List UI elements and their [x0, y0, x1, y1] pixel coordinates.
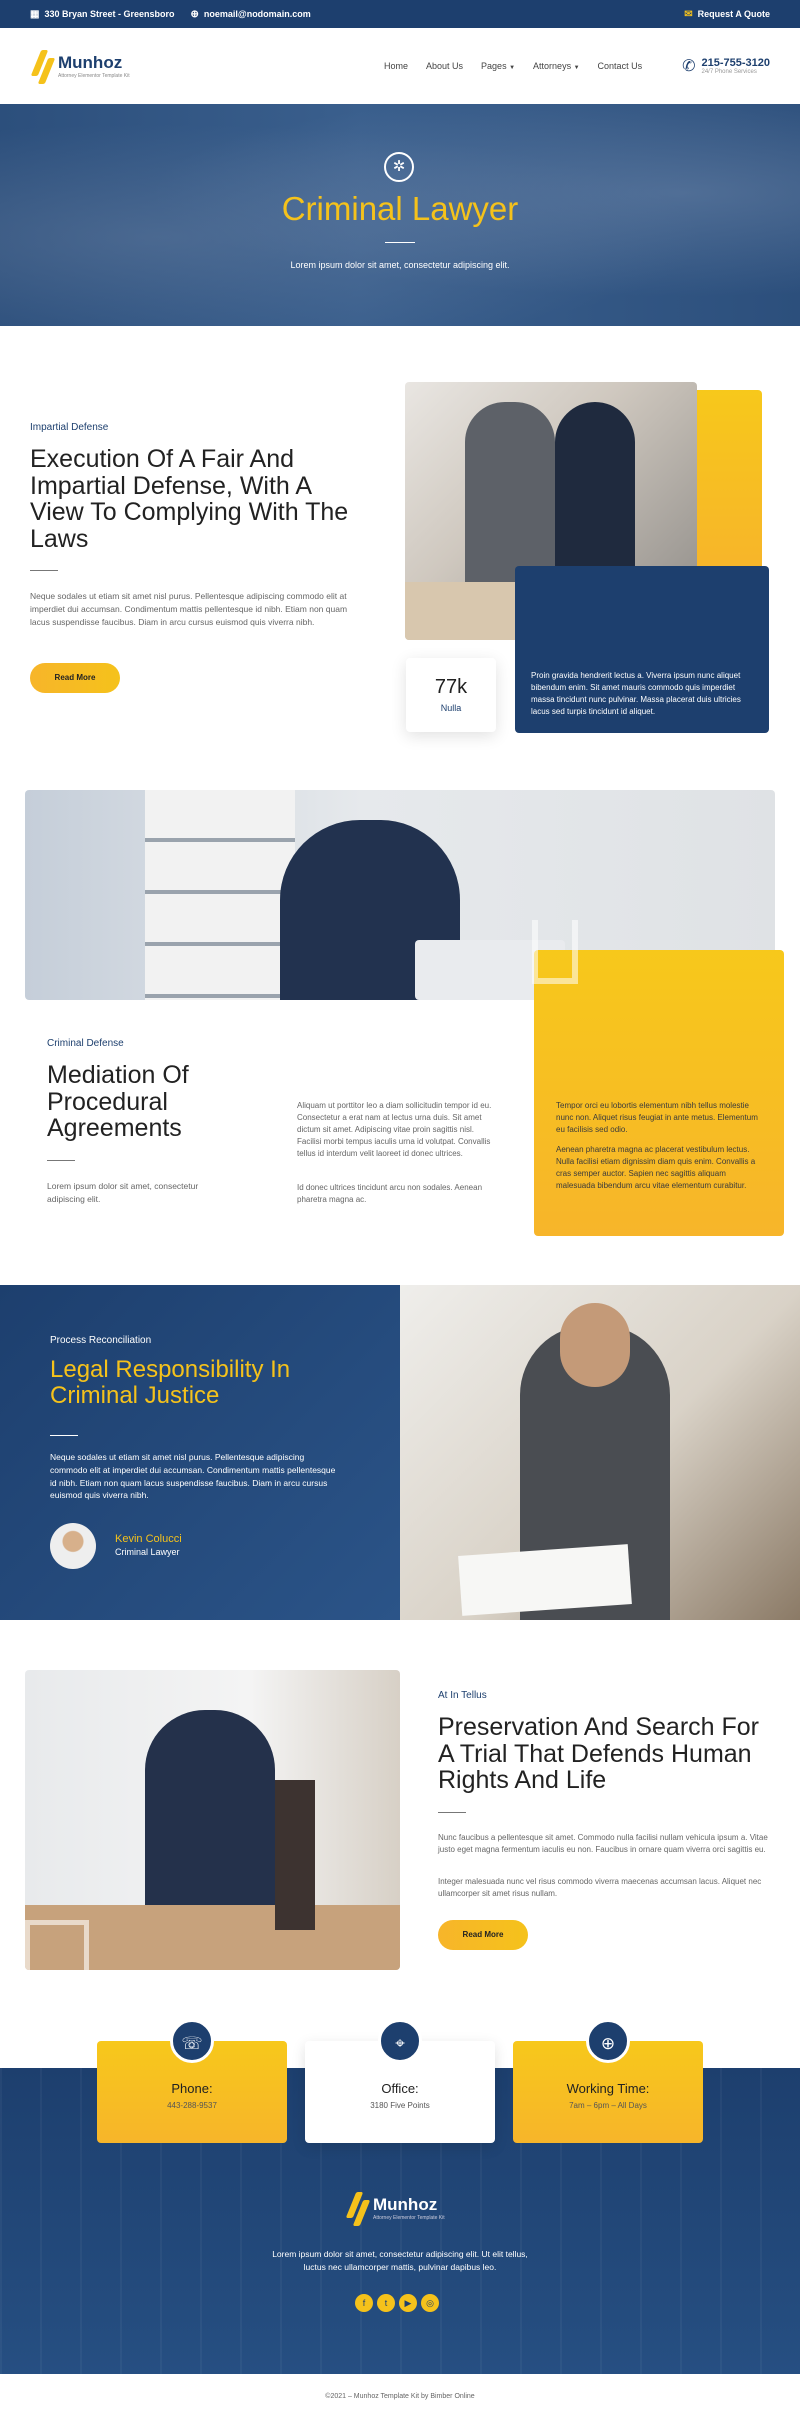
sec2-yellow-text-1: Tempor orci eu lobortis elementum nibh t…: [556, 1101, 758, 1134]
globe-icon: ⊕: [586, 2019, 630, 2063]
contact-card-phone: ☏ Phone: 443-288-9537: [97, 2019, 287, 2143]
card-subtitle: 7am – 6pm – All Days: [569, 2101, 647, 2110]
logo-tagline: Attorney Elementor Template Kit: [58, 72, 130, 79]
footer-logo-name: Munhoz: [373, 2194, 438, 2214]
nav-contact-us[interactable]: Contact Us: [598, 61, 643, 71]
sec2-frame-accent: [532, 920, 578, 984]
sec2-mid-text-2: Id donec ultrices tincidunt arcu non sod…: [297, 1183, 483, 1204]
email-text[interactable]: noemail@nodomain.com: [204, 9, 311, 19]
nav-attorneys-label[interactable]: Attorneys: [533, 61, 571, 71]
nav-pages[interactable]: Pages ▼: [481, 61, 515, 71]
email-link[interactable]: ⊕ noemail@nodomain.com: [191, 9, 311, 20]
nav-about-us[interactable]: About Us: [426, 61, 463, 71]
sec2-mid-text-1: Aliquam ut porttitor leo a diam sollicit…: [297, 1101, 492, 1158]
sec3-title: Legal Responsibility In Criminal Justice: [50, 1356, 291, 1410]
stat-value: 77k: [434, 676, 468, 698]
hero-title: Criminal Lawyer: [281, 190, 519, 227]
hero-subtitle: Lorem ipsum dolor sit amet, consectetur …: [290, 260, 510, 270]
sec4-photo-figure: [145, 1710, 275, 1910]
globe-icon: ⊕: [190, 8, 199, 20]
nav-home[interactable]: Home: [384, 61, 408, 71]
card-subtitle: 3180 Five Points: [370, 2101, 430, 2110]
copyright: ©2021 – Munhoz Template Kit by Bimber On…: [0, 2374, 800, 2419]
building-icon: ▦: [30, 8, 40, 20]
sec3-eyebrow: Process Reconciliation: [50, 1335, 152, 1346]
sec1-title: Execution Of A Fair And Impartial Defens…: [30, 445, 349, 553]
chevron-down-icon: ▼: [509, 65, 516, 71]
person-role: Criminal Lawyer: [115, 1547, 180, 1557]
facebook-icon[interactable]: f: [355, 2294, 373, 2312]
sec2-yellow-box: Tempor orci eu lobortis elementum nibh t…: [532, 920, 784, 1236]
sec1-divider: [30, 570, 58, 571]
phone-number[interactable]: 215-755-3120: [701, 57, 770, 69]
request-quote-text[interactable]: Request A Quote: [698, 9, 770, 19]
avatar: [50, 1523, 96, 1569]
contact-card-working-time: ⊕ Working Time: 7am – 6pm – All Days: [513, 2019, 703, 2143]
sec4-read-more-button[interactable]: Read More: [438, 1920, 528, 1950]
logo-mark-icon: [345, 2188, 371, 2228]
sec2-photo-shelf: [145, 790, 295, 1000]
hero-banner: ✲ Criminal Lawyer Lorem ipsum dolor sit …: [0, 104, 800, 326]
youtube-icon[interactable]: ▶: [399, 2294, 417, 2312]
sec2-eyebrow: Criminal Defense: [47, 1038, 124, 1049]
card-title: Office:: [381, 2081, 419, 2096]
sec3-blue-panel: Process Reconciliation Legal Responsibil…: [0, 1285, 400, 1620]
card-title: Phone:: [171, 2081, 213, 2096]
twitter-icon[interactable]: t: [377, 2294, 395, 2312]
sec1-stat-card: 77k Nulla: [406, 658, 496, 732]
hero-divider: [385, 242, 415, 243]
sec3-divider: [50, 1435, 78, 1436]
card-title: Working Time:: [566, 2081, 650, 2096]
sec4-eyebrow: At In Tellus: [438, 1690, 487, 1701]
sec1-read-more-button[interactable]: Read More: [30, 663, 120, 693]
sec2-body: Lorem ipsum dolor sit amet, consectetur …: [47, 1181, 199, 1204]
logo-mark-icon: [30, 46, 56, 86]
sec4-frame-accent: [25, 1920, 89, 1970]
request-quote-link[interactable]: ✉ Request A Quote: [684, 9, 770, 20]
phone-icon: ✆: [682, 58, 696, 75]
sec3-photo-head: [560, 1303, 630, 1387]
sec4-body-2: Integer malesuada nunc vel risus commodo…: [438, 1877, 762, 1898]
logo-name: Munhoz: [58, 52, 123, 72]
nav-pages-label[interactable]: Pages: [481, 61, 507, 71]
footer-logo[interactable]: Munhoz Attorney Elementor Template Kit: [345, 2188, 445, 2228]
footer-logo-tagline: Attorney Elementor Template Kit: [373, 2214, 445, 2221]
stat-label: Nulla: [440, 703, 462, 713]
card-subtitle: 443-288-9537: [167, 2101, 217, 2110]
phone-subtext: 24/7 Phone Services: [701, 69, 757, 75]
sec4-photo-lawyer-desk: [25, 1670, 400, 1970]
sec4-divider: [438, 1812, 466, 1813]
social-links: f t ▶ ◎: [353, 2293, 441, 2312]
sec3-body: Neque sodales ut etiam sit amet nisl pur…: [50, 1452, 336, 1501]
sec1-body: Neque sodales ut etiam sit amet nisl pur…: [30, 591, 348, 627]
sec2-title: Mediation Of Procedural Agreements: [47, 1061, 189, 1142]
sec1-eyebrow: Impartial Defense: [30, 422, 109, 433]
logo[interactable]: Munhoz Attorney Elementor Template Kit: [30, 46, 130, 86]
site-header: Munhoz Attorney Elementor Template Kit H…: [0, 28, 800, 104]
location-icon: ⌖: [378, 2019, 422, 2063]
sec4-title: Preservation And Search For A Trial That…: [438, 1713, 759, 1794]
phone-icon: ☏: [170, 2019, 214, 2063]
footer-text: Lorem ipsum dolor sit amet, consectetur …: [272, 2249, 528, 2272]
top-bar: ▦ 330 Bryan Street - Greensboro ⊕ noemail@…: [0, 0, 800, 28]
gear-icon: ✲: [384, 152, 414, 182]
sec2-divider: [47, 1160, 75, 1161]
chat-icon: ✉: [684, 8, 693, 20]
nav-attorneys[interactable]: Attorneys ▼: [533, 61, 580, 71]
person-name: Kevin Colucci: [115, 1533, 182, 1545]
header-phone[interactable]: ✆ 215-755-3120 24/7 Phone Services: [682, 56, 770, 76]
address-text: 330 Bryan Street - Greensboro: [44, 9, 175, 19]
sec4-photo-statue: [275, 1780, 315, 1930]
sec1-blue-text: Proin gravida hendrerit lectus a. Viverr…: [531, 671, 741, 716]
main-nav: Home About Us Pages ▼ Attorneys ▼ Contac…: [366, 61, 642, 71]
sec2-yellow-text-2: Aenean pharetra magna ac placerat vestib…: [556, 1145, 756, 1190]
instagram-icon[interactable]: ◎: [421, 2294, 439, 2312]
chevron-down-icon: ▼: [573, 65, 580, 71]
contact-card-office: ⌖ Office: 3180 Five Points: [305, 2019, 495, 2143]
sec1-yellow-accent: [690, 390, 762, 570]
sec1-blue-box: Proin gravida hendrerit lectus a. Viverr…: [515, 566, 769, 733]
sec4-body-1: Nunc faucibus a pellentesque sit amet. C…: [438, 1833, 768, 1854]
sec3-photo-lawyer-thinking: [400, 1285, 800, 1620]
sec3-photo-paper: [458, 1544, 632, 1616]
